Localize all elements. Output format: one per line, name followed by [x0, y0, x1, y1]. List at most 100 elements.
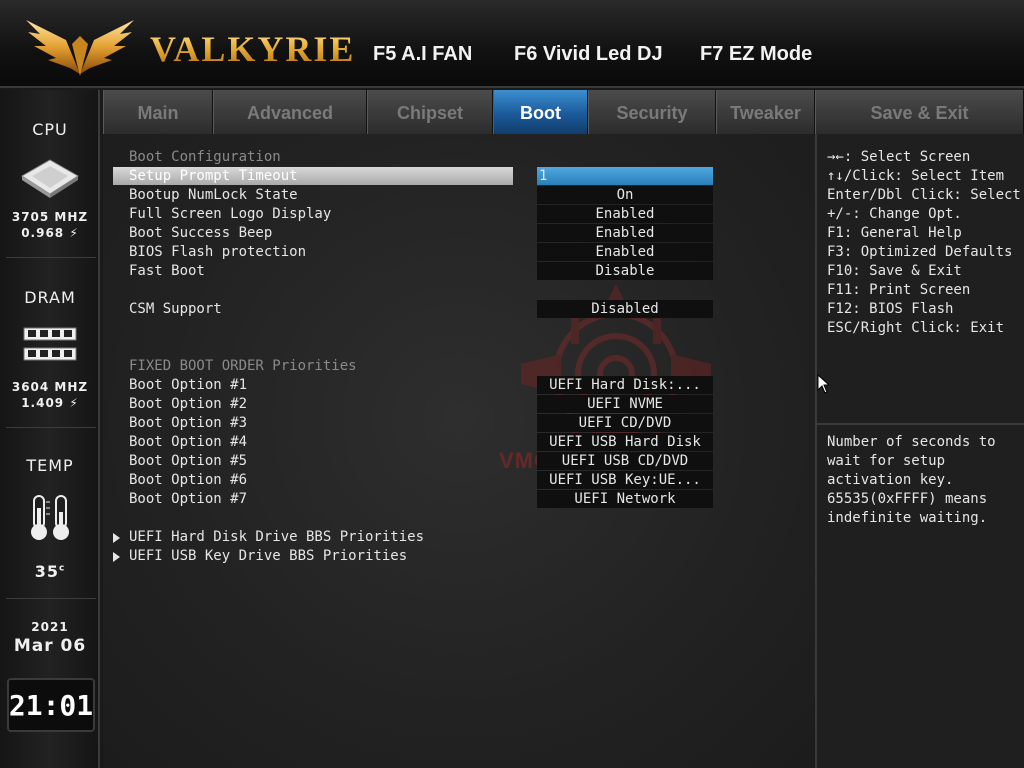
cpu-title: CPU [32, 120, 68, 139]
help-key-line: +/-: Change Opt. [827, 206, 962, 222]
tab-advanced[interactable]: Advanced [213, 90, 367, 134]
boot-option-value[interactable]: UEFI USB Hard Disk [537, 433, 713, 451]
boot-settings-panel: VMODTECH.COM Boot Configuration Setup Pr… [103, 134, 815, 768]
setting-label[interactable]: Setup Prompt Timeout [113, 167, 513, 185]
setting-label: Bootup NumLock State [129, 187, 298, 203]
setting-row-setup-prompt-timeout[interactable]: Setup Prompt Timeout 1 [103, 167, 815, 186]
boot-option-label: Boot Option #5 [129, 453, 248, 469]
help-key-line: F12: BIOS Flash [827, 301, 954, 317]
tab-save-exit[interactable]: Save & Exit [815, 90, 1024, 134]
boot-option-value[interactable]: UEFI CD/DVD [537, 414, 713, 432]
submenu-label[interactable]: UEFI USB Key Drive BBS Priorities [129, 547, 407, 566]
ai-fan-hotkey[interactable]: F5 A.I FAN [373, 43, 472, 66]
brand-logo-text: VALKYRIE [150, 29, 356, 69]
help-key-line: F10: Save & Exit [827, 263, 962, 279]
boot-option-label: Boot Option #2 [129, 396, 248, 412]
setting-value-field[interactable]: 1 [537, 167, 713, 185]
setting-value[interactable]: Disable [537, 262, 713, 280]
clock-display: 21:01 [7, 678, 95, 732]
tab-security[interactable]: Security [588, 90, 716, 134]
boot-option-row[interactable]: Boot Option #5 UEFI USB CD/DVD [103, 452, 815, 471]
voltage-bolt-icon: ⚡ [69, 226, 79, 240]
dram-voltage: 1.409 ⚡ [21, 396, 79, 410]
boot-option-label: Boot Option #6 [129, 472, 248, 488]
boot-option-row[interactable]: Boot Option #4 UEFI USB Hard Disk [103, 433, 815, 452]
boot-option-value[interactable]: UEFI USB Key:UE... [537, 471, 713, 489]
submenu-label[interactable]: UEFI Hard Disk Drive BBS Priorities [129, 528, 424, 547]
setting-label: CSM Support [129, 301, 222, 317]
setting-row-logo-display[interactable]: Full Screen Logo Display Enabled [103, 205, 815, 224]
setting-label: Boot Success Beep [129, 225, 273, 241]
boot-option-value[interactable]: UEFI USB CD/DVD [537, 452, 713, 470]
setting-label: Fast Boot [129, 263, 205, 279]
hardware-monitor-panel: CPU 3705 MHZ 0.968 ⚡ DRAM 3604 MHZ 1.409… [0, 90, 100, 768]
voltage-bolt-icon: ⚡ [69, 396, 79, 410]
ez-mode-hotkey[interactable]: F7 EZ Mode [700, 43, 812, 66]
tab-tweaker[interactable]: Tweaker [716, 90, 815, 134]
help-key-line: ESC/Right Click: Exit [827, 320, 1005, 336]
boot-option-label: Boot Option #3 [129, 415, 248, 431]
help-description-line: activation key. [827, 472, 954, 488]
tab-bar: Main Advanced Chipset Boot Security Twea… [103, 90, 1024, 134]
boot-option-row[interactable]: Boot Option #7 UEFI Network [103, 490, 815, 509]
cpu-frequency: 3705 MHZ [11, 210, 89, 224]
boot-option-row[interactable]: Boot Option #6 UEFI USB Key:UE... [103, 471, 815, 490]
dram-title: DRAM [24, 288, 76, 307]
setting-value[interactable]: Disabled [537, 300, 713, 318]
help-key-line: ↑↓/Click: Select Item [827, 168, 1005, 184]
help-description-line: wait for setup [827, 453, 946, 469]
boot-option-label: Boot Option #1 [129, 377, 248, 393]
boot-option-label: Boot Option #7 [129, 491, 248, 507]
cpu-voltage: 0.968 ⚡ [21, 226, 79, 240]
submenu-hdd-bbs-priorities[interactable]: UEFI Hard Disk Drive BBS Priorities [103, 528, 815, 547]
dram-module-icon [23, 327, 77, 361]
help-description-line: 65535(0xFFFF) means [827, 491, 988, 507]
date-month-day: Mar 06 [13, 636, 87, 656]
setting-row-boot-beep[interactable]: Boot Success Beep Enabled [103, 224, 815, 243]
setting-value[interactable]: Enabled [537, 205, 713, 223]
vivid-led-dj-hotkey[interactable]: F6 Vivid Led DJ [514, 43, 663, 66]
cpu-chip-icon [21, 159, 79, 198]
setting-row-numlock[interactable]: Bootup NumLock State On [103, 186, 815, 205]
mouse-pointer-icon [817, 374, 829, 394]
help-key-line: →←: Select Screen [827, 149, 971, 165]
help-divider [817, 423, 1024, 425]
boot-option-value[interactable]: UEFI Network [537, 490, 713, 508]
help-key-line: F1: General Help [827, 225, 962, 241]
help-panel: →←: Select Screen ↑↓/Click: Select Item … [815, 134, 1024, 768]
submenu-usb-key-bbs-priorities[interactable]: UEFI USB Key Drive BBS Priorities [103, 547, 815, 566]
boot-option-value[interactable]: UEFI NVME [537, 395, 713, 413]
boot-option-row[interactable]: Boot Option #3 UEFI CD/DVD [103, 414, 815, 433]
help-key-line: F11: Print Screen [827, 282, 971, 298]
setting-value[interactable]: Enabled [537, 224, 713, 242]
cpu-temperature: 35c [34, 562, 66, 581]
submenu-arrow-icon [113, 552, 120, 562]
setting-row-bios-flash-protection[interactable]: BIOS Flash protection Enabled [103, 243, 815, 262]
date-year: 2021 [31, 620, 69, 634]
setting-value[interactable]: On [537, 186, 713, 204]
section-fixed-boot-order: FIXED BOOT ORDER Priorities [129, 358, 357, 374]
submenu-arrow-icon [113, 533, 120, 543]
help-key-line: F3: Optimized Defaults [827, 244, 1013, 260]
setting-row-fast-boot[interactable]: Fast Boot Disable [103, 262, 815, 281]
setting-row-csm-support[interactable]: CSM Support Disabled [103, 300, 815, 319]
setting-value[interactable]: Enabled [537, 243, 713, 261]
header-bar: VALKYRIE F5 A.I FAN F6 Vivid Led DJ F7 E… [0, 0, 1024, 88]
boot-option-value[interactable]: UEFI Hard Disk:... [537, 376, 713, 394]
tab-boot[interactable]: Boot [493, 90, 588, 134]
boot-option-row[interactable]: Boot Option #1 UEFI Hard Disk:... [103, 376, 815, 395]
help-description-line: Number of seconds to [827, 434, 996, 450]
help-key-line: Enter/Dbl Click: Select [827, 187, 1021, 203]
tab-chipset[interactable]: Chipset [367, 90, 493, 134]
tab-main[interactable]: Main [103, 90, 213, 134]
setting-label: Full Screen Logo Display [129, 206, 332, 222]
valkyrie-wings-logo [26, 20, 134, 76]
section-boot-configuration: Boot Configuration [129, 149, 281, 165]
help-description-line: indefinite waiting. [827, 510, 988, 526]
thermometer-icon [31, 495, 69, 540]
boot-option-label: Boot Option #4 [129, 434, 248, 450]
dram-frequency: 3604 MHZ [11, 380, 89, 394]
temp-title: TEMP [26, 456, 74, 475]
setting-label: BIOS Flash protection [129, 244, 307, 260]
boot-option-row[interactable]: Boot Option #2 UEFI NVME [103, 395, 815, 414]
